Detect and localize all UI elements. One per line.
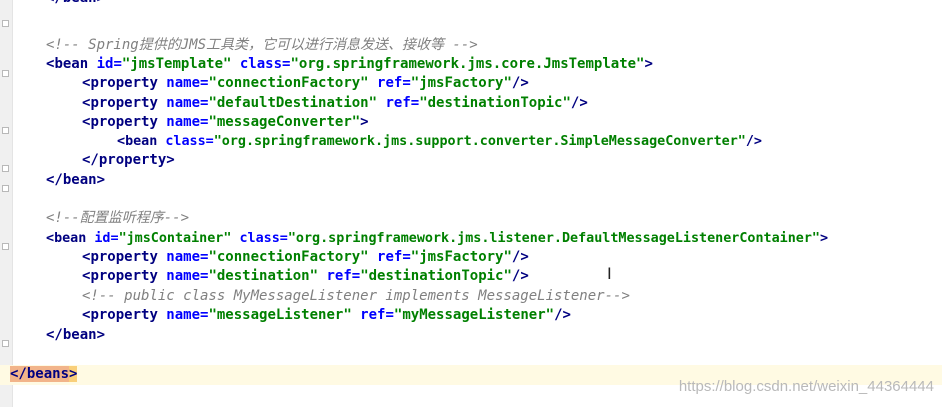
comment-text: <!-- public class MyMessageListener impl…: [82, 288, 630, 304]
attribute-name: class=: [157, 134, 214, 149]
attribute-value: "connectionFactory": [208, 75, 369, 91]
tag-name: bean: [54, 231, 87, 246]
attribute-name: name=: [157, 307, 209, 323]
tag-bracket: </: [46, 172, 63, 188]
attribute-name: name=: [157, 75, 209, 91]
comment-text: <!-- Spring提供的JMS工具类，它可以进行消息发送、接收等 -->: [46, 37, 478, 53]
tag-bracket: >: [96, 172, 106, 188]
attribute-name: name=: [157, 114, 209, 130]
attribute-value: "messageListener": [208, 307, 352, 323]
attribute-value: "jmsTemplate": [121, 56, 232, 72]
attribute-name: id=: [86, 231, 119, 246]
attribute-value: "jmsFactory": [410, 249, 512, 265]
tag-name: bean: [62, 327, 97, 343]
matched-bracket-highlight: >: [69, 366, 78, 382]
tag-bracket: <: [46, 231, 55, 246]
tag-bracket: />: [554, 307, 571, 323]
fold-marker-icon[interactable]: [2, 340, 9, 347]
attribute-name: ref=: [351, 307, 394, 323]
code-line[interactable]: <property name="defaultDestination" ref=…: [82, 94, 588, 113]
code-line[interactable]: </bean>: [46, 326, 105, 345]
attribute-value: "org.springframework.jms.listener.Defaul…: [287, 231, 820, 246]
code-line[interactable]: <bean id="jmsTemplate" class="org.spring…: [46, 55, 653, 74]
tag-name: property: [90, 114, 158, 130]
attribute-value: "myMessageListener": [393, 307, 555, 323]
code-line[interactable]: </bean>: [46, 0, 105, 8]
attribute-name: class=: [231, 56, 291, 72]
fold-marker-icon[interactable]: [2, 185, 9, 192]
tag-bracket: >: [360, 114, 369, 130]
tag-name: property: [90, 268, 158, 284]
tag-bracket: />: [511, 75, 529, 91]
tag-bracket: >: [644, 56, 653, 72]
attribute-value: "jmsFactory": [410, 75, 512, 91]
attribute-value: "org.springframework.jms.core.JmsTemplat…: [290, 56, 645, 72]
matched-tag-highlight: </beans: [10, 366, 70, 382]
attribute-name: name=: [157, 249, 209, 265]
tag-bracket: </: [46, 0, 63, 6]
tag-name: property: [98, 152, 167, 168]
attribute-value: "jmsContainer": [118, 231, 232, 246]
tag-bracket: />: [511, 268, 529, 284]
attribute-value: "destination": [208, 268, 319, 284]
tag-bracket: </: [46, 327, 63, 343]
tag-bracket: />: [745, 134, 762, 149]
fold-marker-icon[interactable]: [2, 20, 9, 27]
attribute-name: name=: [157, 268, 209, 284]
tag-bracket: >: [96, 327, 106, 343]
attribute-name: class=: [231, 231, 288, 246]
code-comment-line[interactable]: <!-- Spring提供的JMS工具类，它可以进行消息发送、接收等 -->: [46, 36, 478, 55]
fold-marker-icon[interactable]: [2, 243, 9, 250]
text-cursor-icon: I: [607, 264, 612, 283]
code-line[interactable]: <bean id="jmsContainer" class="org.sprin…: [46, 229, 828, 248]
tag-bracket: />: [511, 249, 529, 265]
tag-bracket: >: [166, 152, 175, 168]
code-line[interactable]: <property name="destination" ref="destin…: [82, 267, 529, 286]
tag-name: property: [90, 249, 158, 265]
attribute-value: "org.springframework.jms.support.convert…: [213, 134, 746, 149]
tag-bracket: <: [117, 134, 126, 149]
code-line[interactable]: </bean>: [46, 171, 105, 190]
code-comment-line[interactable]: <!-- public class MyMessageListener impl…: [82, 287, 630, 306]
attribute-name: ref=: [318, 268, 361, 284]
tag-bracket: />: [570, 95, 588, 111]
tag-name: bean: [63, 0, 97, 6]
attribute-name: ref=: [368, 75, 411, 91]
tag-name: property: [90, 307, 158, 323]
tag-bracket: >: [97, 0, 105, 6]
attribute-value: "messageConverter": [208, 114, 361, 130]
tag-name: bean: [125, 134, 158, 149]
attribute-value: "defaultDestination": [208, 95, 378, 111]
code-line[interactable]: <property name="connectionFactory" ref="…: [82, 248, 529, 267]
attribute-value: "destinationTopic": [360, 268, 512, 284]
attribute-name: id=: [88, 56, 122, 72]
comment-text: <!--配置监听程序-->: [46, 210, 190, 226]
attribute-name: ref=: [377, 95, 420, 111]
code-line[interactable]: <property name="messageConverter">: [82, 113, 369, 132]
attribute-value: "destinationTopic": [419, 95, 571, 111]
attribute-name: name=: [157, 95, 209, 111]
tag-name: property: [90, 75, 158, 91]
fold-marker-icon[interactable]: [2, 165, 9, 172]
tag-name: property: [90, 95, 158, 111]
gutter: [0, 0, 13, 407]
code-comment-line[interactable]: <!--配置监听程序-->: [46, 209, 189, 228]
attribute-name: ref=: [368, 249, 411, 265]
code-editor[interactable]: </bean> <!-- Spring提供的JMS工具类，它可以进行消息发送、接…: [0, 0, 942, 407]
tag-name: bean: [54, 56, 89, 72]
attribute-value: "connectionFactory": [208, 249, 369, 265]
code-line[interactable]: <bean class="org.springframework.jms.sup…: [117, 132, 762, 151]
tag-name: bean: [62, 172, 97, 188]
tag-bracket: >: [819, 231, 829, 246]
code-line[interactable]: <property name="messageListener" ref="my…: [82, 306, 571, 325]
code-line[interactable]: <property name="connectionFactory" ref="…: [82, 74, 529, 93]
code-line[interactable]: </property>: [82, 151, 175, 170]
fold-marker-icon[interactable]: [2, 70, 9, 77]
fold-marker-icon[interactable]: [2, 127, 9, 134]
code-line-current[interactable]: </beans>: [10, 365, 78, 384]
watermark: https://blog.csdn.net/weixin_44364444: [678, 378, 934, 395]
tag-bracket: </: [82, 152, 99, 168]
